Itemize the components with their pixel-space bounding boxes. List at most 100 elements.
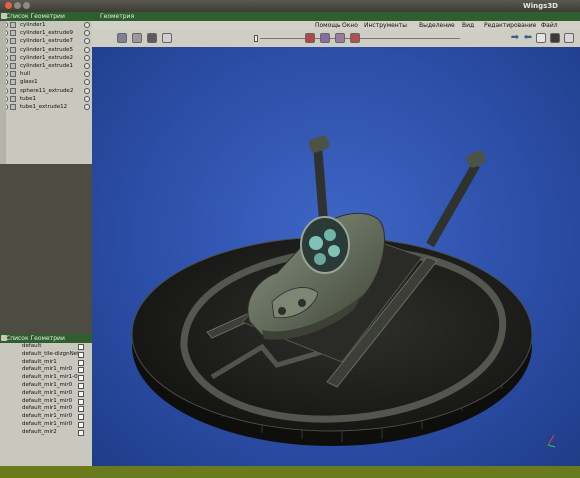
slider-track[interactable] [260, 38, 460, 39]
lock-icon[interactable] [10, 95, 16, 102]
lock-icon[interactable] [10, 87, 16, 94]
geometry-window-header[interactable]: Геометрия [92, 12, 580, 21]
list-item[interactable]: default_mir1_mir0 [0, 421, 92, 429]
lock-icon[interactable] [10, 30, 16, 37]
outliner-title: Список Геометрии [6, 13, 65, 20]
toggle-grid-icon[interactable] [162, 33, 172, 43]
list-item[interactable]: default_mir1_mir1-0 [0, 374, 92, 382]
lock-icon[interactable] [10, 46, 16, 53]
pylon-right-top [466, 150, 486, 168]
list-item[interactable]: default_tile-dizgnNetr [0, 351, 92, 359]
close-icon[interactable] [5, 2, 12, 9]
list-item[interactable]: default_mir1_mir0 [0, 366, 92, 374]
outliner-row[interactable]: hull [0, 70, 92, 78]
object-icon [84, 46, 90, 53]
list-item-label: default_mir1_mir0 [22, 397, 73, 404]
panel-close-icon[interactable] [1, 335, 7, 341]
lock-icon[interactable] [10, 54, 16, 61]
item-checkbox[interactable] [78, 421, 84, 428]
object-icon [84, 22, 90, 28]
list-item-label: default_mir1_mir0 [22, 366, 73, 373]
item-checkbox[interactable] [78, 344, 84, 350]
outliner-row[interactable]: cylinder1_extrude5 [0, 46, 92, 54]
outliner-row[interactable]: glass1 [0, 78, 92, 86]
lock-icon[interactable] [10, 62, 16, 69]
canopy-glass [314, 253, 326, 265]
list-item-label: default_tile-dizgnNetr [22, 350, 82, 357]
outliner-row-label: cylinder1_extrude2 [20, 54, 74, 61]
lock-icon[interactable] [10, 22, 16, 28]
list-item-label: default_mir1_mir0 [22, 381, 73, 388]
geolist-title: Список Геометрии [6, 335, 65, 342]
item-checkbox[interactable] [78, 351, 84, 358]
outliner-scrollbar[interactable] [0, 21, 6, 164]
item-checkbox[interactable] [78, 359, 84, 366]
open-file-icon[interactable] [564, 33, 574, 43]
arrow-left-icon[interactable]: ⬅ [522, 33, 534, 43]
item-checkbox[interactable] [78, 390, 84, 397]
new-file-icon[interactable] [536, 33, 546, 43]
item-checkbox[interactable] [78, 414, 84, 421]
outliner-row-label: tube1_extrude12 [20, 103, 68, 110]
menu-bar: Файл Редактирование Вид Выделение Инстру… [92, 21, 580, 30]
list-item-label: default_mir1_mir0 [22, 405, 73, 412]
outliner-row-label: cylinder1_extrude5 [20, 46, 74, 53]
menu-view[interactable]: Вид [462, 21, 474, 30]
menu-window[interactable]: Окно [342, 21, 358, 30]
object-icon [84, 87, 90, 94]
lock-icon[interactable] [10, 38, 16, 45]
canopy-glass [324, 229, 336, 241]
view-mode-icon[interactable] [117, 33, 127, 43]
body-mode-icon[interactable] [350, 33, 360, 43]
item-checkbox[interactable] [78, 398, 84, 405]
item-checkbox[interactable] [78, 429, 84, 436]
wireframe-icon[interactable] [132, 33, 142, 43]
outliner-row[interactable]: cylinder1_extrude9 [0, 29, 92, 37]
list-item[interactable]: default_mir1_mir0 [0, 405, 92, 413]
panel-close-icon[interactable] [1, 13, 7, 19]
shade-icon[interactable] [147, 33, 157, 43]
list-item[interactable]: default [0, 343, 92, 351]
menu-select[interactable]: Выделение [419, 21, 455, 30]
outliner-row[interactable]: cylinder1 [0, 21, 92, 29]
arrow-right-icon[interactable]: ➡ [509, 33, 521, 43]
list-item[interactable]: default_mir1_mir0 [0, 382, 92, 390]
outliner-row[interactable]: cylinder1_extrude7 [0, 37, 92, 45]
slider-knob[interactable] [254, 35, 258, 42]
item-checkbox[interactable] [78, 406, 84, 413]
outliner-row[interactable]: cylinder1_extrude2 [0, 54, 92, 62]
lock-icon[interactable] [10, 79, 16, 86]
outliner-row[interactable]: tube1_extrude12 [0, 103, 92, 111]
lock-icon[interactable] [10, 103, 16, 110]
item-checkbox[interactable] [78, 375, 84, 382]
object-icon [84, 38, 90, 45]
item-checkbox[interactable] [78, 382, 84, 389]
save-icon[interactable] [550, 33, 560, 43]
list-item[interactable]: default_mir2 [0, 429, 92, 437]
item-checkbox[interactable] [78, 367, 84, 374]
maximize-icon[interactable] [23, 2, 30, 9]
face-mode-icon[interactable] [335, 33, 345, 43]
list-item[interactable]: default_mir1 [0, 359, 92, 367]
left-dock-empty [0, 164, 92, 334]
outliner-row[interactable]: sphere11_extrude2 [0, 87, 92, 95]
outliner-row[interactable]: cylinder1_extrude1 [0, 62, 92, 70]
menu-help[interactable]: Помощь [315, 21, 341, 30]
object-icon [84, 79, 90, 86]
list-item[interactable]: default_mir1_mir0 [0, 390, 92, 398]
list-item[interactable]: default_mir1_mir0 [0, 398, 92, 406]
edge-mode-icon[interactable] [320, 33, 330, 43]
menu-edit[interactable]: Редактирование [484, 21, 536, 30]
lock-icon[interactable] [10, 71, 16, 78]
menu-file[interactable]: Файл [541, 21, 558, 30]
list-item-label: default [22, 343, 42, 349]
outliner-header[interactable]: Список Геометрии [0, 12, 92, 21]
vertex-mode-icon[interactable] [305, 33, 315, 43]
minimize-icon[interactable] [14, 2, 21, 9]
geolist-header[interactable]: Список Геометрии [0, 334, 92, 343]
outliner-row[interactable]: tube1 [0, 95, 92, 103]
list-item[interactable]: default_mir1_mir0 [0, 413, 92, 421]
outliner-row-label: hull [20, 71, 31, 78]
menu-tools[interactable]: Инструменты [364, 21, 407, 30]
3d-viewport[interactable] [92, 47, 580, 466]
